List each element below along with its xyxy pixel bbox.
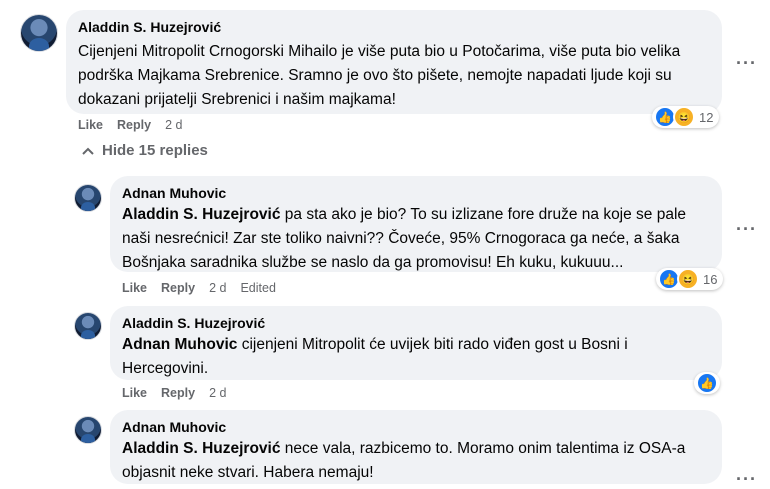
reply-text: Aladdin S. Huzejrović nece vala, razbice… — [122, 440, 686, 481]
chevron-up-icon — [82, 147, 94, 155]
reply-author[interactable]: Adnan Muhovic — [122, 184, 710, 202]
like-reaction-icon: 👍 — [696, 372, 718, 394]
comment-text: Cijenjeni Mitropolit Crnogorski Mihailo … — [78, 43, 681, 108]
reply-actions: Like Reply 2 d Edited — [122, 281, 276, 295]
timestamp[interactable]: 2 d — [165, 118, 182, 132]
reaction-count: 12 — [699, 109, 714, 125]
reply-text: Aladdin S. Huzejrović pa sta ako je bio?… — [122, 206, 687, 271]
hide-replies-button[interactable]: Hide 15 replies — [82, 142, 208, 159]
mention-link[interactable]: Aladdin S. Huzejrović — [122, 440, 280, 457]
reaction-summary[interactable]: 👍 😆 12 — [652, 106, 720, 128]
haha-reaction-icon: 😆 — [673, 106, 695, 128]
mention-link[interactable]: Adnan Muhovic — [122, 336, 237, 353]
like-button[interactable]: Like — [122, 386, 147, 400]
reply-button[interactable]: Reply — [161, 281, 195, 295]
reaction-summary[interactable]: 👍 — [694, 372, 720, 394]
mention-link[interactable]: Aladdin S. Huzejrović — [122, 206, 280, 223]
timestamp[interactable]: 2 d — [209, 386, 226, 400]
reply-text: Adnan Muhovic cijenjeni Mitropolit će uv… — [122, 336, 628, 377]
reply-button[interactable]: Reply — [117, 118, 151, 132]
more-options-icon[interactable]: ··· — [736, 54, 757, 72]
like-button[interactable]: Like — [78, 118, 103, 132]
reply-author[interactable]: Aladdin S. Huzejrović — [122, 314, 710, 332]
reply-bubble: Adnan Muhovic Aladdin S. Huzejrović nece… — [110, 410, 722, 484]
more-options-icon[interactable]: ··· — [736, 220, 757, 238]
hide-replies-label: Hide 15 replies — [102, 142, 208, 159]
avatar[interactable] — [74, 416, 102, 444]
reply-author[interactable]: Adnan Muhovic — [122, 418, 710, 436]
reply-bubble: Aladdin S. Huzejrović Adnan Muhovic cije… — [110, 306, 722, 380]
avatar[interactable] — [74, 184, 102, 212]
like-button[interactable]: Like — [122, 281, 147, 295]
more-options-icon[interactable]: ··· — [736, 470, 757, 488]
comment-author[interactable]: Aladdin S. Huzejrović — [78, 18, 710, 36]
comment-actions: Like Reply 2 d — [78, 118, 182, 132]
avatar[interactable] — [20, 14, 58, 52]
edited-label: Edited — [240, 281, 276, 295]
timestamp[interactable]: 2 d — [209, 281, 226, 295]
reply-actions: Like Reply 2 d — [122, 386, 226, 400]
reply-bubble: Adnan Muhovic Aladdin S. Huzejrović pa s… — [110, 176, 722, 272]
reaction-count: 16 — [703, 271, 718, 287]
reply-button[interactable]: Reply — [161, 386, 195, 400]
haha-reaction-icon: 😆 — [677, 268, 699, 290]
avatar[interactable] — [74, 312, 102, 340]
comment-bubble: Aladdin S. Huzejrović Cijenjeni Mitropol… — [66, 10, 722, 114]
reaction-summary[interactable]: 👍 😆 16 — [656, 268, 724, 290]
